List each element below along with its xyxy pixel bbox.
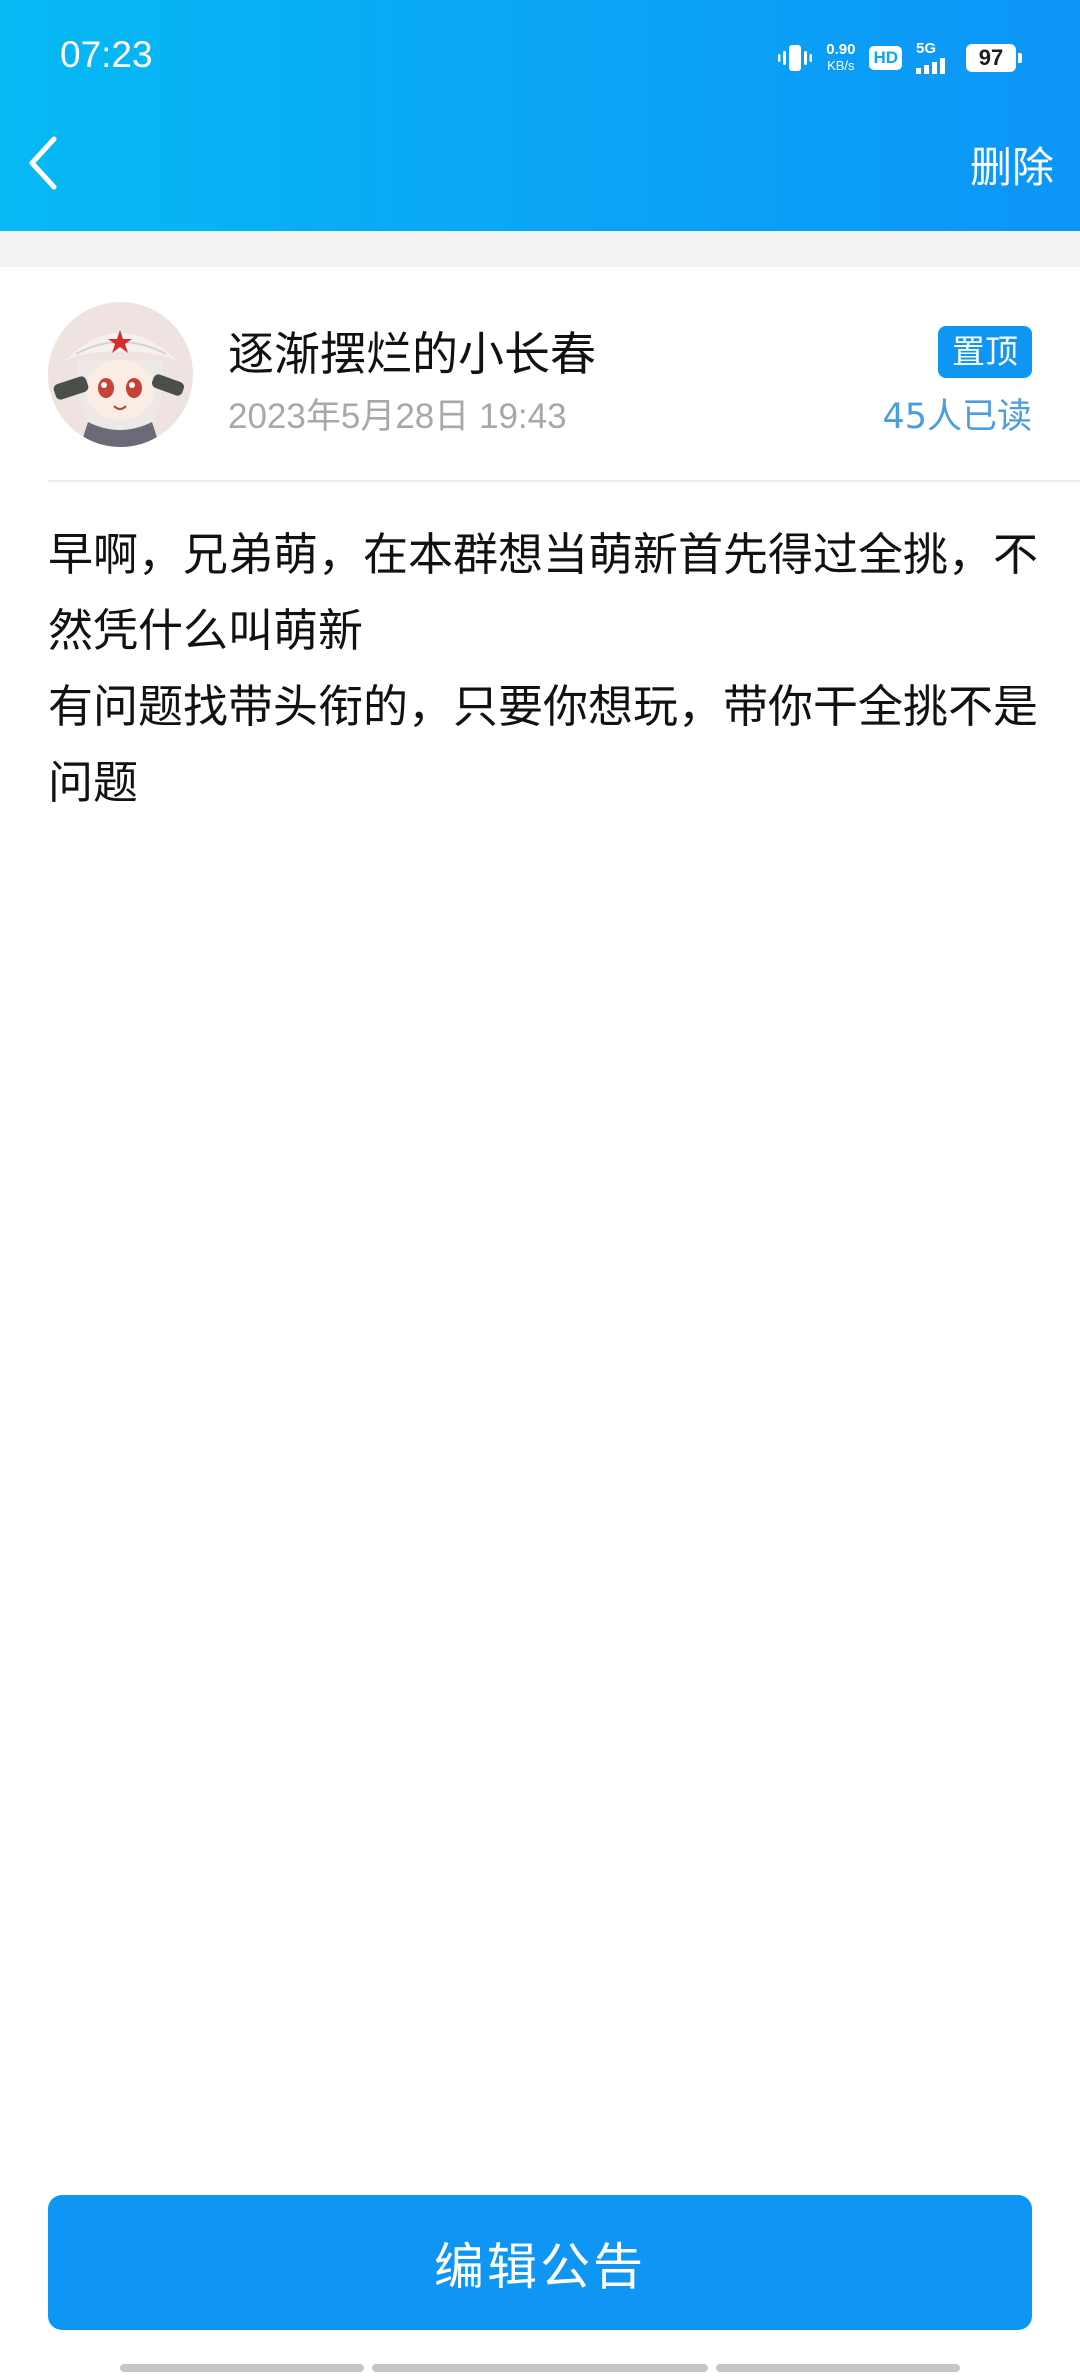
header-bar: 07:23 0.90 KB/s HD 5G 97 删除 <box>0 0 1080 231</box>
section-divider <box>0 231 1080 267</box>
battery-level: 97 <box>966 44 1016 72</box>
hd-badge: HD <box>869 46 902 70</box>
status-icons: 0.90 KB/s HD 5G 97 <box>778 36 1022 80</box>
announcement-line: 有问题找带头衔的，只要你想玩，带你干全挑不是问题 <box>48 680 1039 809</box>
battery-icon: 97 <box>966 44 1022 72</box>
nav-bar-segment <box>716 2364 960 2372</box>
nav-bar-segment <box>372 2364 708 2372</box>
announcement-content: 早啊，兄弟萌，在本群想当萌新首先得过全挑，不然凭什么叫萌新 有问题找带头衔的，只… <box>48 517 1038 821</box>
author-name[interactable]: 逐渐摆烂的小长春 <box>228 318 596 384</box>
delete-button[interactable]: 删除 <box>970 134 1054 195</box>
network-speed: 0.90 KB/s <box>826 42 855 74</box>
announcement-line: 早啊，兄弟萌，在本群想当萌新首先得过全挑，不然凭什么叫萌新 <box>48 528 1039 657</box>
network-speed-value: 0.90 <box>826 41 856 58</box>
network-type: 5G <box>916 40 937 57</box>
back-button[interactable] <box>18 128 68 198</box>
vibrate-icon <box>778 41 813 75</box>
author-avatar[interactable] <box>48 302 193 447</box>
header-divider <box>48 480 1080 482</box>
nav-bar-segment <box>120 2364 364 2372</box>
post-date: 2023年5月28日 19:43 <box>228 397 567 436</box>
status-time: 07:23 <box>60 34 153 75</box>
edit-announcement-button[interactable]: 编辑公告 <box>48 2195 1032 2330</box>
read-count[interactable]: 45人已读 <box>882 388 1032 439</box>
pinned-badge: 置顶 <box>938 326 1032 378</box>
chevron-left-icon <box>29 136 57 190</box>
signal-icon: 5G <box>916 40 952 74</box>
network-speed-unit: KB/s <box>827 58 855 73</box>
